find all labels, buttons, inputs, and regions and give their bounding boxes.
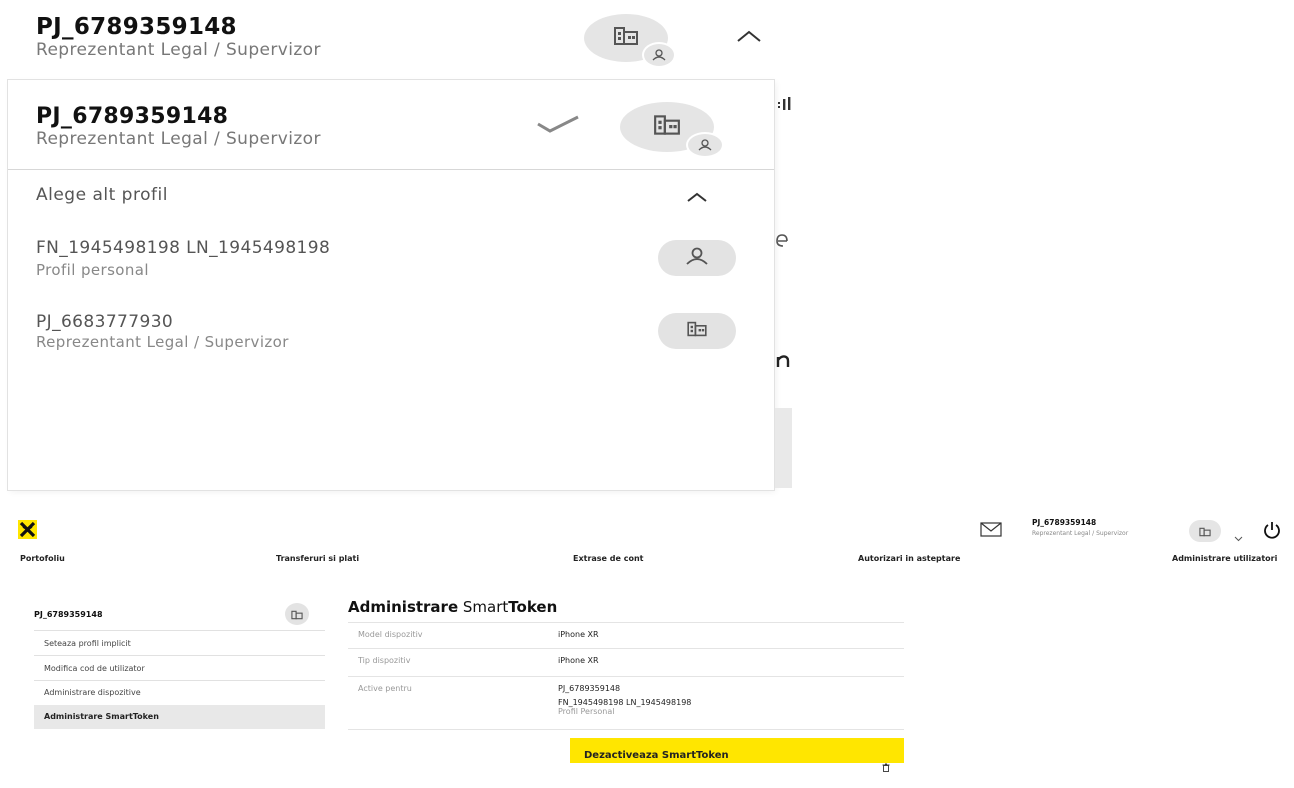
sidebar-divider [34,655,325,656]
person-icon [684,247,710,269]
details-divider [348,648,904,649]
peek-scroll-block [775,408,792,488]
zoom-header-profile-id: PJ_6789359148 [36,14,237,40]
sidebar-item-smarttoken-admin[interactable]: Administrare SmartToken [34,705,325,729]
device-model-value: iPhone XR [558,630,599,639]
header-avatar[interactable] [1189,520,1221,542]
details-divider [348,622,904,623]
building-icon [613,26,639,50]
active-for-subtitle: Profil Personal [558,707,615,716]
profile-option-avatar [658,313,736,349]
nav-administrare-utilizatori[interactable]: Administrare utilizatori [1172,554,1277,563]
building-icon [686,321,708,341]
person-badge-icon [686,132,724,158]
peek-text-fragment [776,352,790,372]
header-profile-role: Reprezentant Legal / Supervizor [1032,530,1129,537]
checkmark-icon [536,114,580,138]
building-icon [653,114,681,140]
sidebar-profile-id: PJ_6789359148 [34,610,103,619]
mail-icon[interactable] [980,522,1002,541]
details-divider [348,676,904,677]
dropdown-current-avatar [620,102,724,158]
page-title: Administrare SmartToken [348,598,558,616]
profile-option-avatar [658,240,736,276]
active-for-value: PJ_6789359148 [558,684,621,693]
device-type-value: iPhone XR [558,656,599,665]
dropdown-current-profile-id[interactable]: PJ_6789359148 [36,104,228,129]
building-icon [1199,522,1211,541]
choose-other-profile-label[interactable]: Alege alt profil [36,185,168,205]
nav-autorizari-in-asteptare[interactable]: Autorizari in asteptare [858,554,960,563]
deactivate-label: Dezactiveaza SmartToken [584,750,729,761]
building-icon [291,605,303,624]
details-divider [348,729,904,730]
chevron-down-icon[interactable] [1234,527,1243,546]
nav-transferuri-si-plati[interactable]: Transferuri si plati [276,554,359,563]
sidebar-item-device-admin[interactable]: Administrare dispozitive [34,681,325,705]
header-profile-id[interactable]: PJ_6789359148 [1032,518,1096,527]
device-model-label: Model dispozitiv [358,630,423,639]
dropdown-divider [8,169,774,170]
raiffeisen-logo[interactable] [18,520,37,539]
profile-option-title: FN_1945498198 LN_1945498198 [36,238,331,258]
active-for-value: FN_1945498198 LN_1945498198 [558,698,692,707]
peek-text-fragment [777,96,792,116]
person-badge-icon [642,42,676,68]
chevron-up-icon[interactable] [736,28,762,47]
active-for-label: Active pentru [358,684,412,693]
device-type-label: Tip dispozitiv [358,656,411,665]
profile-option-title: PJ_6683777930 [36,312,174,332]
dropdown-current-role: Reprezentant Legal / Supervizor [36,129,321,149]
zoom-header-avatar[interactable] [584,14,676,68]
nav-portofoliu[interactable]: Portofoliu [20,554,65,563]
chevron-up-icon[interactable] [686,188,708,207]
sidebar-item-set-default-profile[interactable]: Seteaza profil implicit [34,632,325,656]
profile-option-subtitle: Reprezentant Legal / Supervizor [36,333,289,351]
power-icon[interactable] [1262,520,1282,544]
sidebar-avatar [285,603,309,625]
zoom-header-role: Reprezentant Legal / Supervizor [36,40,321,60]
main-nav: Portofoliu Transferuri si plati Extrase … [0,554,1294,568]
profile-option-subtitle: Profil personal [36,261,149,279]
peek-text-fragment [776,232,788,251]
profile-dropdown: PJ_6789359148 Reprezentant Legal / Super… [8,80,774,490]
trash-icon [882,752,890,788]
sidebar-item-change-user-code[interactable]: Modifica cod de utilizator [34,657,325,681]
deactivate-smarttoken-button[interactable]: Dezactiveaza SmartToken [570,738,904,772]
nav-extrase-de-cont[interactable]: Extrase de cont [573,554,643,563]
sidebar-divider [34,630,325,631]
